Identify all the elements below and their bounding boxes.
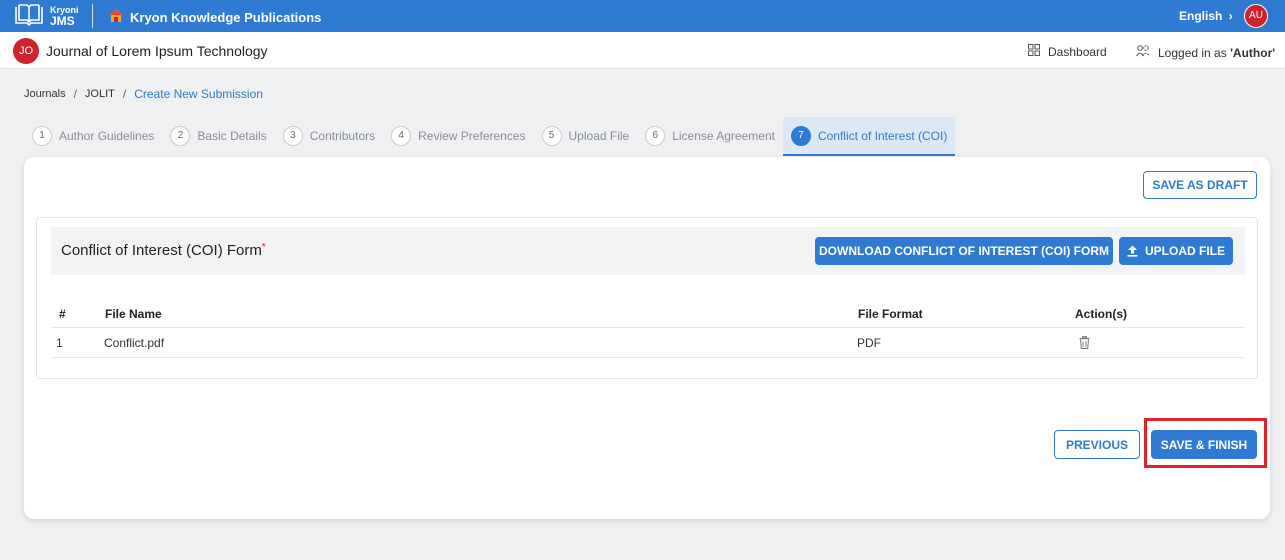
top-nav-bar: Kryoni JMS Kryon Knowledge Publications … [0, 0, 1285, 32]
step-basic-details[interactable]: 2 Basic Details [162, 117, 274, 155]
breadcrumb-jolit[interactable]: JOLIT [85, 88, 115, 100]
breadcrumb-journals[interactable]: Journals [24, 88, 66, 100]
step-number: 1 [32, 126, 52, 146]
dashboard-label: Dashboard [1048, 44, 1107, 59]
journal-avatar: JO [13, 38, 39, 64]
coi-form-header: Conflict of Interest (COI) Form* DOWNLOA… [51, 227, 1245, 275]
breadcrumb-separator: / [122, 87, 127, 101]
grid-icon [1028, 44, 1040, 59]
journal-bar: JO Journal of Lorem Ipsum Technology Das… [0, 32, 1285, 69]
col-file-format: File Format [858, 306, 923, 321]
step-review-preferences[interactable]: 4 Review Preferences [383, 117, 533, 155]
logged-in-role: 'Author' [1230, 45, 1276, 60]
dashboard-link[interactable]: Dashboard [1028, 44, 1107, 59]
language-label: English [1179, 9, 1223, 23]
download-coi-form-button[interactable]: DOWNLOAD CONFLICT OF INTEREST (COI) FORM [815, 237, 1113, 265]
step-contributors[interactable]: 3 Contributors [275, 117, 383, 155]
step-number: 4 [391, 126, 412, 146]
coi-form-panel: Conflict of Interest (COI) Form* DOWNLOA… [36, 217, 1258, 379]
publisher-name: Kryon Knowledge Publications [130, 9, 322, 25]
step-label: License Agreement [672, 129, 775, 143]
save-as-draft-button[interactable]: SAVE AS DRAFT [1143, 171, 1257, 199]
section-title: Conflict of Interest (COI) Form* [61, 242, 266, 259]
step-number: 7 [790, 125, 811, 146]
breadcrumb: Journals / JOLIT / Create New Submission [24, 87, 263, 101]
book-logo-icon [14, 2, 44, 31]
logged-in-status[interactable]: Logged in as 'Author' [1136, 44, 1275, 61]
language-selector[interactable]: English › [1179, 9, 1233, 23]
step-conflict-of-interest[interactable]: 7 Conflict of Interest (COI) [782, 117, 956, 156]
step-author-guidelines[interactable]: 1 Author Guidelines [24, 117, 162, 155]
step-label: Basic Details [197, 129, 267, 143]
required-mark: * [261, 242, 266, 253]
chevron-right-icon: › [1228, 9, 1233, 23]
home-icon [108, 8, 124, 26]
logged-in-prefix: Logged in as [1158, 45, 1231, 60]
upload-file-button[interactable]: UPLOAD FILE [1119, 237, 1233, 265]
step-license-agreement[interactable]: 6 License Agreement [637, 117, 783, 155]
step-label: Contributors [309, 129, 376, 143]
breadcrumb-separator: / [73, 87, 77, 101]
publisher-link[interactable]: Kryon Knowledge Publications [108, 8, 321, 26]
col-file-name: File Name [105, 306, 162, 321]
section-title-text: Conflict of Interest (COI) Form [61, 242, 262, 259]
step-number: 5 [541, 126, 562, 146]
step-label: Conflict of Interest (COI) [817, 128, 948, 143]
breadcrumb-current[interactable]: Create New Submission [134, 87, 263, 101]
submission-card: SAVE AS DRAFT Conflict of Interest (COI)… [24, 157, 1270, 519]
logged-in-text: Logged in as 'Author' [1158, 46, 1275, 60]
users-icon [1136, 44, 1150, 61]
upload-file-label: UPLOAD FILE [1145, 244, 1225, 258]
previous-button[interactable]: PREVIOUS [1054, 430, 1140, 459]
step-number: 3 [282, 126, 303, 146]
step-label: Author Guidelines [59, 129, 155, 143]
user-avatar[interactable]: AU [1244, 4, 1268, 28]
trash-icon[interactable] [1079, 328, 1090, 357]
journal-title: Journal of Lorem Ipsum Technology [46, 43, 268, 59]
submission-steps: 1 Author Guidelines 2 Basic Details 3 Co… [24, 117, 956, 157]
col-actions: Action(s) [1075, 306, 1127, 321]
row-number: 1 [56, 335, 63, 350]
app-logo[interactable]: Kryoni JMS [14, 3, 79, 29]
upload-icon [1127, 245, 1138, 257]
row-file-name: Conflict.pdf [104, 335, 165, 350]
logo-line2: JMS [50, 14, 75, 28]
step-number: 6 [645, 126, 666, 146]
table-header: # File Name File Format Action(s) [51, 300, 1245, 328]
row-file-format: PDF [857, 335, 881, 350]
step-label: Review Preferences [418, 129, 526, 143]
step-upload-file[interactable]: 5 Upload File [534, 117, 638, 155]
save-and-finish-button[interactable]: SAVE & FINISH [1151, 430, 1257, 459]
logo-divider [92, 4, 93, 28]
step-label: Upload File [568, 129, 630, 143]
table-row: 1 Conflict.pdf PDF [51, 328, 1245, 358]
col-number: # [59, 306, 66, 321]
step-number: 2 [170, 126, 191, 146]
